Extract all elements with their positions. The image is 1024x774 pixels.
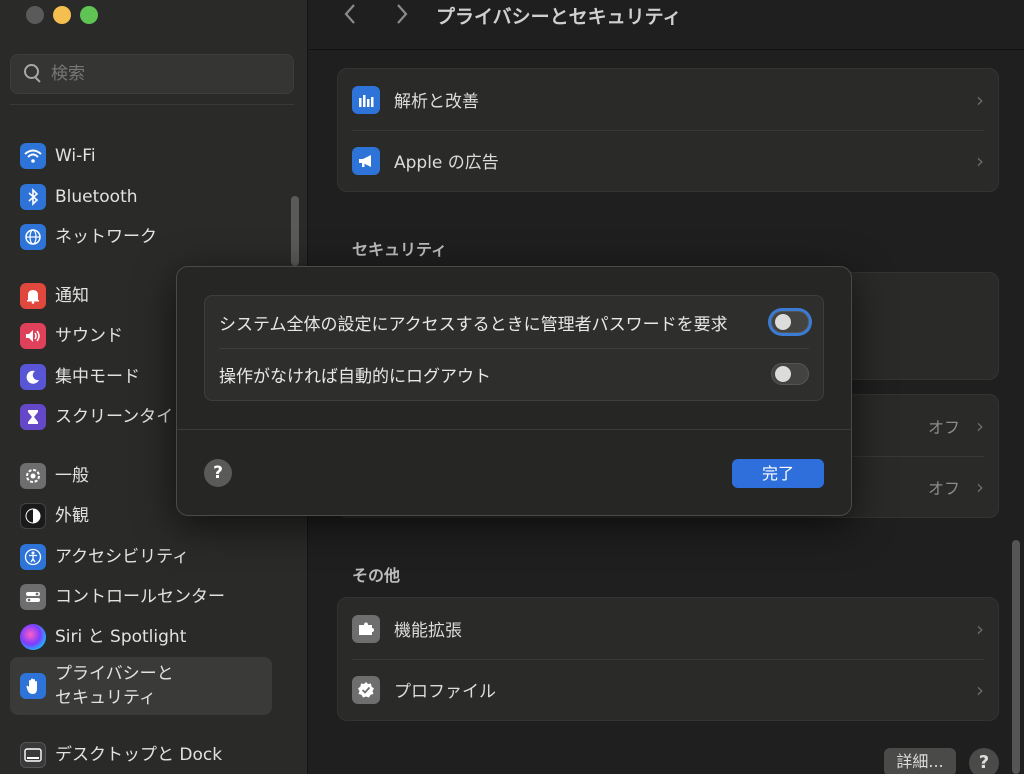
sidebar-divider bbox=[10, 104, 294, 105]
sidebar-item-bluetooth[interactable]: Bluetooth bbox=[10, 177, 272, 217]
search-input[interactable] bbox=[51, 64, 271, 84]
sidebar-item-label: アクセシビリティ bbox=[55, 547, 190, 567]
section-title-other: その他 bbox=[352, 566, 401, 585]
row-value: オフ bbox=[927, 417, 960, 437]
chevron-right-icon: › bbox=[976, 413, 984, 438]
search-field[interactable] bbox=[10, 54, 294, 94]
sidebar-item-label: 一般 bbox=[55, 466, 89, 486]
accessibility-icon bbox=[20, 544, 46, 570]
row-label: Apple の広告 bbox=[394, 153, 499, 173]
forward-button[interactable] bbox=[389, 2, 415, 28]
sidebar-item-siri-spotlight[interactable]: Siri と Spotlight bbox=[10, 617, 272, 657]
sidebar-item-label: 外観 bbox=[55, 506, 89, 526]
sidebar-item-label: Bluetooth bbox=[55, 187, 138, 207]
hourglass-icon bbox=[20, 404, 46, 430]
chevron-right-icon: › bbox=[976, 474, 984, 499]
row-label: 機能拡張 bbox=[394, 621, 462, 641]
sidebar-item-label-line1: プライバシーと bbox=[55, 664, 174, 684]
speaker-icon bbox=[20, 323, 46, 349]
dialog-row-label: システム全体の設定にアクセスするときに管理者パスワードを要求 bbox=[219, 314, 728, 335]
sidebar-item-label: サウンド bbox=[55, 326, 123, 346]
dialog-row-require-admin-password: システム全体の設定にアクセスするときに管理者パスワードを要求 bbox=[205, 296, 823, 348]
sidebar-item-label: プライバシーと セキュリティ bbox=[55, 662, 174, 710]
chevron-right-icon: › bbox=[976, 616, 984, 641]
window-controls bbox=[26, 6, 98, 24]
dialog-divider bbox=[177, 429, 851, 430]
sidebar-item-wifi[interactable]: Wi-Fi bbox=[10, 136, 272, 176]
moon-icon bbox=[20, 364, 46, 390]
minimize-button[interactable] bbox=[53, 6, 71, 24]
sidebar-item-label: Siri と Spotlight bbox=[55, 627, 187, 647]
dialog-row-label: 操作がなければ自動的にログアウト bbox=[219, 366, 491, 387]
sidebar-item-network[interactable]: ネットワーク bbox=[10, 217, 272, 257]
sidebar-item-desktop-dock[interactable]: デスクトップと Dock bbox=[10, 735, 272, 774]
gear-icon bbox=[20, 463, 46, 489]
chevron-right-icon: › bbox=[976, 87, 984, 112]
help-button[interactable]: ? bbox=[969, 748, 999, 774]
chart-icon bbox=[352, 85, 380, 114]
row-extensions[interactable]: 機能拡張 › bbox=[338, 598, 998, 659]
sidebar-item-label: コントロールセンター bbox=[55, 587, 225, 607]
toolbar: プライバシーとセキュリティ bbox=[309, 0, 1024, 50]
sidebar-item-label: ネットワーク bbox=[55, 227, 157, 247]
sidebar-item-privacy-security[interactable]: プライバシーと セキュリティ bbox=[10, 657, 272, 715]
sidebar-item-label: デスクトップと Dock bbox=[55, 745, 223, 765]
search-icon bbox=[21, 62, 45, 86]
row-value: オフ bbox=[927, 478, 960, 498]
dialog-row-auto-logout: 操作がなければ自動的にログアウト bbox=[205, 348, 823, 400]
require-admin-password-toggle[interactable] bbox=[771, 311, 809, 333]
other-group: 機能拡張 › プロファイル › bbox=[337, 597, 999, 721]
row-analytics[interactable]: 解析と改善 › bbox=[338, 69, 998, 130]
row-apple-ads[interactable]: Apple の広告 › bbox=[338, 130, 998, 191]
sidebar-item-accessibility[interactable]: アクセシビリティ bbox=[10, 537, 272, 577]
dialog-help-button[interactable]: ? bbox=[204, 459, 232, 487]
checkmark-badge-icon bbox=[352, 675, 380, 704]
wifi-icon bbox=[20, 143, 46, 169]
sidebar-item-label: スクリーンタイ bbox=[55, 407, 174, 427]
row-profiles[interactable]: プロファイル › bbox=[338, 659, 998, 720]
advanced-settings-dialog: システム全体の設定にアクセスするときに管理者パスワードを要求 操作がなければ自動… bbox=[176, 266, 852, 516]
auto-logout-toggle[interactable] bbox=[771, 363, 809, 385]
main-scrollbar[interactable] bbox=[1012, 540, 1020, 774]
row-label: プロファイル bbox=[394, 682, 496, 702]
zoom-button[interactable] bbox=[80, 6, 98, 24]
bell-icon bbox=[20, 283, 46, 309]
sidebar-item-label-line2: セキュリティ bbox=[55, 688, 156, 708]
sidebar-item-label: Wi-Fi bbox=[55, 146, 96, 166]
dialog-options-group: システム全体の設定にアクセスするときに管理者パスワードを要求 操作がなければ自動… bbox=[204, 295, 824, 401]
puzzle-icon bbox=[352, 614, 380, 643]
page-title: プライバシーとセキュリティ bbox=[436, 6, 682, 28]
privacy-group: 解析と改善 › Apple の広告 › bbox=[337, 68, 999, 192]
megaphone-icon bbox=[352, 146, 380, 175]
details-button[interactable]: 詳細... bbox=[884, 748, 956, 774]
row-label: 解析と改善 bbox=[394, 92, 479, 112]
control-center-icon bbox=[20, 584, 46, 610]
chevron-right-icon: › bbox=[976, 677, 984, 702]
sidebar-item-control-center[interactable]: コントロールセンター bbox=[10, 577, 272, 617]
chevron-right-icon: › bbox=[976, 148, 984, 173]
sidebar-scrollbar[interactable] bbox=[291, 196, 299, 266]
bluetooth-icon bbox=[20, 184, 46, 210]
done-button[interactable]: 完了 bbox=[732, 459, 824, 488]
appearance-icon bbox=[20, 503, 46, 529]
hand-icon bbox=[20, 673, 46, 699]
section-title-security: セキュリティ bbox=[352, 240, 448, 259]
siri-icon bbox=[20, 624, 46, 650]
back-button[interactable] bbox=[337, 2, 363, 28]
dock-icon bbox=[20, 742, 46, 768]
sidebar-item-label: 集中モード bbox=[55, 367, 140, 387]
close-button[interactable] bbox=[26, 6, 44, 24]
sidebar-item-label: 通知 bbox=[55, 286, 89, 306]
globe-icon bbox=[20, 224, 46, 250]
